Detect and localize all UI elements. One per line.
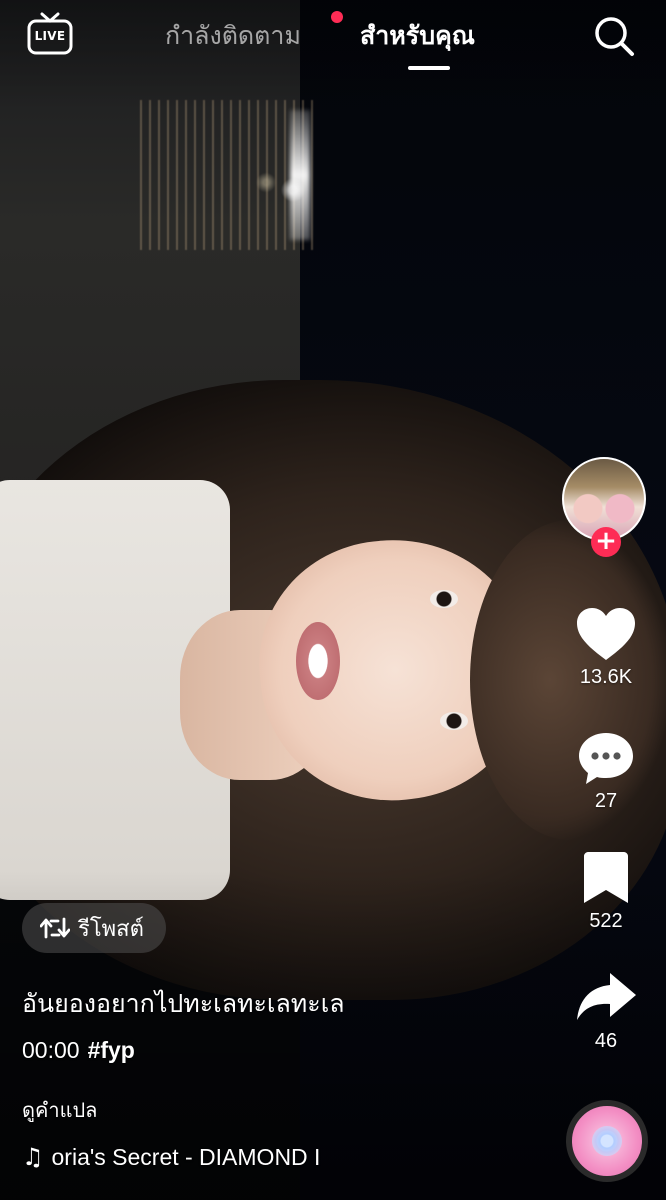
- video-subject-mouth: [296, 622, 340, 700]
- repost-button[interactable]: รีโพสต์: [22, 903, 166, 953]
- like-count: 13.6K: [579, 666, 633, 688]
- heart-icon: [577, 608, 635, 660]
- bookmark-icon: [584, 852, 628, 903]
- music-info[interactable]: ♫ oria's Secret - DIAMOND I: [22, 1140, 362, 1174]
- share-count: 46: [594, 1030, 618, 1052]
- hashtag-link[interactable]: #fyp: [88, 1037, 135, 1063]
- comment-button[interactable]: 27: [556, 730, 656, 813]
- active-tab-indicator: [408, 66, 450, 70]
- music-title: oria's Secret - DIAMOND I: [51, 1143, 321, 1170]
- repost-label: รีโพสต์: [78, 916, 144, 942]
- tab-following[interactable]: กำลังติดตาม: [165, 16, 301, 56]
- creator-avatar-button[interactable]: +: [562, 457, 650, 557]
- see-translation-link[interactable]: ดูคำแปล: [22, 1094, 97, 1126]
- video-feed-screen: LIVE กำลังติดตาม สำหรับคุณ + 13.6K 27 52…: [0, 0, 666, 1200]
- new-content-dot: [331, 11, 343, 23]
- tab-for-you[interactable]: สำหรับคุณ: [360, 16, 475, 56]
- action-rail: + 13.6K 27 522 46: [556, 0, 656, 1200]
- post-timestamp: 00:00: [22, 1037, 80, 1063]
- video-light-glow: [290, 110, 310, 240]
- like-button[interactable]: 13.6K: [556, 606, 656, 689]
- sound-cover-art: [592, 1126, 622, 1156]
- comment-bubble-icon: [579, 733, 633, 784]
- comment-count: 27: [594, 790, 618, 812]
- share-arrow-icon: [577, 973, 636, 1020]
- save-button[interactable]: 522: [556, 850, 656, 933]
- post-caption: อันยองอยากไปทะเลทะเลทะเล: [22, 989, 345, 1018]
- sound-disc-button[interactable]: [566, 1100, 648, 1182]
- music-note-icon: ♫: [22, 1143, 44, 1171]
- plus-icon[interactable]: +: [591, 527, 621, 557]
- repost-icon: [40, 917, 70, 939]
- live-button[interactable]: LIVE: [26, 12, 74, 56]
- video-subject-eye: [430, 590, 458, 608]
- live-label: LIVE: [34, 29, 66, 43]
- post-meta-line: 00:00 #fyp: [22, 1037, 135, 1064]
- save-count: 522: [589, 910, 623, 932]
- video-subject-eye: [440, 712, 468, 730]
- share-button[interactable]: 46: [556, 970, 656, 1053]
